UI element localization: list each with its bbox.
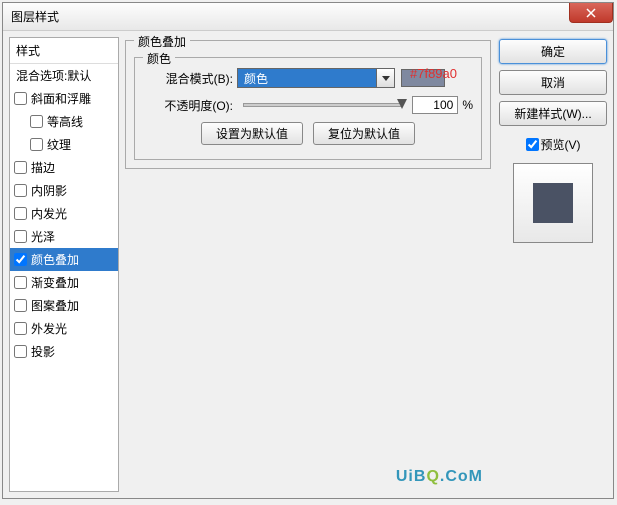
- styles-panel: 样式 混合选项:默认斜面和浮雕等高线纹理描边内阴影内发光光泽颜色叠加渐变叠加图案…: [9, 37, 119, 492]
- style-checkbox-10[interactable]: [14, 299, 27, 312]
- style-label-2: 等高线: [47, 113, 83, 130]
- opacity-unit: %: [462, 98, 473, 112]
- style-label-6: 内发光: [31, 205, 67, 222]
- titlebar: 图层样式: [3, 3, 613, 31]
- style-item-2[interactable]: 等高线: [10, 110, 118, 133]
- style-checkbox-6[interactable]: [14, 207, 27, 220]
- right-panel: 确定 取消 新建样式(W)... 预览(V): [499, 37, 607, 492]
- main-panel: 颜色叠加 颜色 #7f89a0 混合模式(B): 颜色: [125, 37, 607, 492]
- style-item-1[interactable]: 斜面和浮雕: [10, 87, 118, 110]
- style-checkbox-7[interactable]: [14, 230, 27, 243]
- style-label-3: 纹理: [47, 136, 71, 153]
- style-label-5: 内阴影: [31, 182, 67, 199]
- style-item-10[interactable]: 图案叠加: [10, 294, 118, 317]
- preview-box: [513, 163, 593, 243]
- preview-checkbox[interactable]: [526, 138, 539, 151]
- opacity-label: 不透明度(O):: [143, 97, 233, 114]
- set-default-button[interactable]: 设置为默认值: [201, 122, 303, 145]
- style-label-7: 光泽: [31, 228, 55, 245]
- ok-button[interactable]: 确定: [499, 39, 607, 64]
- slider-thumb-icon: [397, 99, 407, 109]
- style-checkbox-9[interactable]: [14, 276, 27, 289]
- style-item-0[interactable]: 混合选项:默认: [10, 64, 118, 87]
- overlay-fieldset-label: 颜色叠加: [134, 33, 190, 50]
- style-checkbox-12[interactable]: [14, 345, 27, 358]
- style-checkbox-5[interactable]: [14, 184, 27, 197]
- style-item-6[interactable]: 内发光: [10, 202, 118, 225]
- style-checkbox-8[interactable]: [14, 253, 27, 266]
- watermark: UiBQ.CoM: [396, 468, 483, 486]
- window-title: 图层样式: [11, 8, 59, 25]
- style-item-9[interactable]: 渐变叠加: [10, 271, 118, 294]
- style-item-8[interactable]: 颜色叠加: [10, 248, 118, 271]
- style-label-4: 描边: [31, 159, 55, 176]
- style-label-1: 斜面和浮雕: [31, 90, 91, 107]
- style-item-5[interactable]: 内阴影: [10, 179, 118, 202]
- blend-mode-select[interactable]: 颜色: [237, 68, 377, 88]
- opacity-row: 不透明度(O): %: [143, 96, 473, 114]
- reset-default-button[interactable]: 复位为默认值: [313, 122, 415, 145]
- styles-header: 样式: [10, 38, 118, 64]
- style-item-7[interactable]: 光泽: [10, 225, 118, 248]
- style-label-11: 外发光: [31, 320, 67, 337]
- opacity-input[interactable]: [412, 96, 458, 114]
- style-checkbox-3[interactable]: [30, 138, 43, 151]
- style-label-9: 渐变叠加: [31, 274, 79, 291]
- color-fieldset-label: 颜色: [143, 50, 175, 67]
- overlay-fieldset: 颜色叠加 颜色 #7f89a0 混合模式(B): 颜色: [125, 40, 491, 169]
- blend-mode-label: 混合模式(B):: [143, 70, 233, 87]
- new-style-button[interactable]: 新建样式(W)...: [499, 101, 607, 126]
- style-item-11[interactable]: 外发光: [10, 317, 118, 340]
- style-label-12: 投影: [31, 343, 55, 360]
- blend-mode-dropdown[interactable]: [377, 68, 395, 88]
- close-button[interactable]: [569, 3, 613, 23]
- default-buttons-row: 设置为默认值 复位为默认值: [143, 122, 473, 145]
- preview-label: 预览(V): [541, 136, 581, 153]
- style-checkbox-11[interactable]: [14, 322, 27, 335]
- preview-swatch: [533, 183, 573, 223]
- style-checkbox-2[interactable]: [30, 115, 43, 128]
- dialog-content: 样式 混合选项:默认斜面和浮雕等高线纹理描边内阴影内发光光泽颜色叠加渐变叠加图案…: [3, 31, 613, 498]
- style-item-3[interactable]: 纹理: [10, 133, 118, 156]
- style-item-12[interactable]: 投影: [10, 340, 118, 363]
- preview-checkbox-row: 预览(V): [499, 136, 607, 153]
- hex-annotation: #7f89a0: [410, 66, 457, 81]
- chevron-down-icon: [382, 76, 390, 81]
- style-label-0: 混合选项:默认: [16, 67, 91, 84]
- style-checkbox-1[interactable]: [14, 92, 27, 105]
- layer-style-dialog: 图层样式 样式 混合选项:默认斜面和浮雕等高线纹理描边内阴影内发光光泽颜色叠加渐…: [2, 2, 614, 499]
- settings-area: 颜色叠加 颜色 #7f89a0 混合模式(B): 颜色: [125, 37, 491, 492]
- opacity-slider[interactable]: [243, 103, 402, 107]
- styles-list: 混合选项:默认斜面和浮雕等高线纹理描边内阴影内发光光泽颜色叠加渐变叠加图案叠加外…: [10, 64, 118, 491]
- style-item-4[interactable]: 描边: [10, 156, 118, 179]
- cancel-button[interactable]: 取消: [499, 70, 607, 95]
- style-label-8: 颜色叠加: [31, 251, 79, 268]
- color-fieldset: 颜色 #7f89a0 混合模式(B): 颜色: [134, 57, 482, 160]
- close-icon: [586, 8, 596, 18]
- style-label-10: 图案叠加: [31, 297, 79, 314]
- style-checkbox-4[interactable]: [14, 161, 27, 174]
